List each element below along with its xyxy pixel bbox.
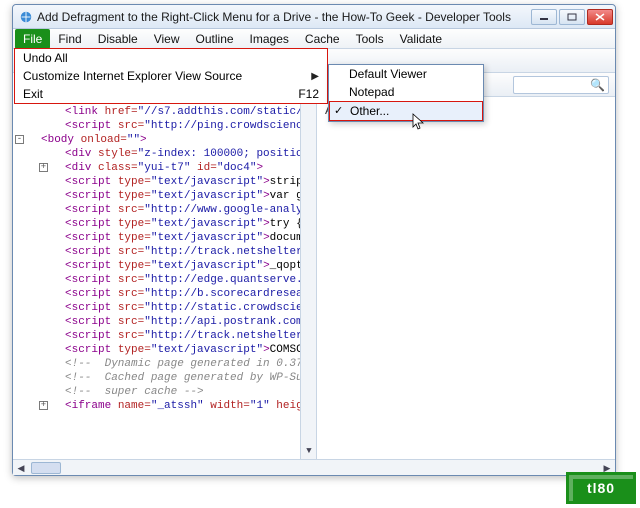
code-line[interactable]: <script type="text/javascript">try { var… xyxy=(13,217,316,231)
menu-disable[interactable]: Disable xyxy=(90,30,146,48)
code-line[interactable]: <script src="http://www.google-analytics… xyxy=(13,203,316,217)
code-line[interactable]: <script type="text/javascript">_qoptions… xyxy=(13,259,316,273)
code-text: <script type="text/javascript">document.… xyxy=(65,232,317,244)
submenu-other[interactable]: ✓ Other... xyxy=(329,101,483,121)
expand-icon[interactable]: + xyxy=(39,401,48,410)
minimize-button[interactable] xyxy=(531,9,557,25)
code-line[interactable]: <script src="http://b.scorecardresearch.… xyxy=(13,287,316,301)
code-text: <script src="http://edge.quantserve.com/… xyxy=(65,274,317,286)
scroll-down-icon[interactable]: ▼ xyxy=(301,443,317,459)
code-text: <script src="http://track.netshelter.net… xyxy=(65,330,317,342)
expand-icon[interactable]: + xyxy=(39,163,48,172)
code-text: <script type="text/javascript">try { var… xyxy=(65,218,317,230)
menu-tools[interactable]: Tools xyxy=(348,30,392,48)
code-line[interactable]: <script src="http://track.netshelter.net… xyxy=(13,245,316,259)
menu-cache[interactable]: Cache xyxy=(297,30,348,48)
menu-validate[interactable]: Validate xyxy=(392,30,450,48)
submenu-label: Default Viewer xyxy=(349,67,427,81)
code-text: <script type="text/javascript">var gaJsH… xyxy=(65,190,317,202)
menu-images[interactable]: Images xyxy=(242,30,297,48)
menu-item-shortcut: F12 xyxy=(298,87,319,101)
search-icon[interactable]: 🔍 xyxy=(590,78,605,92)
code-line[interactable]: <script src="http://api.postrank.com/sta… xyxy=(13,315,316,329)
scroll-left-icon[interactable]: ◀ xyxy=(13,460,29,476)
code-line[interactable]: <script src="http://ping.crowdscience.co… xyxy=(13,119,316,133)
submenu-arrow-icon: ▶ xyxy=(311,71,319,82)
file-menu-customize-view-source[interactable]: Customize Internet Explorer View Source … xyxy=(15,67,327,85)
file-menu-undo-all[interactable]: Undo All xyxy=(15,49,327,67)
code-line[interactable]: <!-- Cached page generated by WP-Super-C… xyxy=(13,371,316,385)
html-tree-pane[interactable]: <meta name="generator" content="WordPres… xyxy=(13,73,317,459)
code-text: <script src="http://b.scorecardresearch.… xyxy=(65,288,317,300)
code-line[interactable]: + <iframe name="_atssh" width="1" height=… xyxy=(13,399,316,413)
submenu-default-viewer[interactable]: Default Viewer xyxy=(329,65,483,83)
code-text: <link href="//s7.addthis.com/static/r07/… xyxy=(65,106,317,118)
submenu-notepad[interactable]: Notepad xyxy=(329,83,483,101)
code-vertical-scrollbar[interactable]: ▲ ▼ xyxy=(300,73,316,459)
code-text: <!-- Cached page generated by WP-Super-C… xyxy=(65,372,317,384)
code-line[interactable]: <script src="http://edge.quantserve.com/… xyxy=(13,273,316,287)
maximize-button[interactable] xyxy=(559,9,585,25)
code-line[interactable]: <script src="http://static.crowdscience.… xyxy=(13,301,316,315)
submenu-label: Notepad xyxy=(349,85,394,99)
code-line[interactable]: <script src="http://track.netshelter.net… xyxy=(13,329,316,343)
code-line[interactable]: + <div class="yui-t7" id="doc4"> xyxy=(13,161,316,175)
file-menu-dropdown: Undo All Customize Internet Explorer Vie… xyxy=(14,48,328,104)
close-button[interactable] xyxy=(587,9,613,25)
code-text: <script src="http://static.crowdscience.… xyxy=(65,302,317,314)
code-text: <script src="http://ping.crowdscience.co… xyxy=(65,120,317,132)
content-area: <meta name="generator" content="WordPres… xyxy=(13,73,615,459)
collapse-icon[interactable]: - xyxy=(15,135,24,144)
code-line[interactable]: <script type="text/javascript">document.… xyxy=(13,231,316,245)
menubar: File Find Disable View Outline Images Ca… xyxy=(13,29,615,49)
code-text: <div style="z-index: 100000; position: a… xyxy=(65,148,317,160)
code-horizontal-scrollbar[interactable]: ◀ ▶ xyxy=(13,459,615,475)
window-title: Add Defragment to the Right-Click Menu f… xyxy=(37,10,531,24)
code-text: <!-- super cache --> xyxy=(65,386,204,398)
code-line[interactable]: - <body onload=""> xyxy=(13,133,316,147)
menu-item-label: Exit xyxy=(23,87,43,101)
code-text: <script type="text/javascript">_qoptions… xyxy=(65,260,317,272)
code-text: <!-- Dynamic page generated in 0.377 sec… xyxy=(65,358,317,370)
menu-view[interactable]: View xyxy=(146,30,188,48)
menu-outline[interactable]: Outline xyxy=(188,30,242,48)
menu-find[interactable]: Find xyxy=(50,30,89,48)
code-text: <script src="http://api.postrank.com/sta… xyxy=(65,316,317,328)
code-line[interactable]: <!-- Dynamic page generated in 0.377 sec… xyxy=(13,357,316,371)
attribute-search-input[interactable]: 🔍 xyxy=(513,76,609,94)
watermark-text: tl80 xyxy=(587,480,615,496)
file-menu-exit[interactable]: Exit F12 xyxy=(15,85,327,103)
submenu-label: Other... xyxy=(350,104,389,118)
code-text: <iframe name="_atssh" width="1" height="… xyxy=(65,400,317,412)
menu-item-label: Customize Internet Explorer View Source xyxy=(23,69,242,83)
scroll-thumb[interactable] xyxy=(31,462,61,474)
check-icon: ✓ xyxy=(334,104,343,117)
code-line[interactable]: <script type="text/javascript">COMSCORE.… xyxy=(13,343,316,357)
code-text: <script type="text/javascript">stripe("h… xyxy=(65,176,317,188)
menu-item-label: Undo All xyxy=(23,51,68,65)
code-line[interactable]: <script type="text/javascript">var gaJsH… xyxy=(13,189,316,203)
code-line[interactable]: <!-- super cache --> xyxy=(13,385,316,399)
app-icon xyxy=(19,10,33,24)
code-text: <script src="http://track.netshelter.net… xyxy=(65,246,317,258)
code-text: <div class="yui-t7" id="doc4"> xyxy=(65,162,263,174)
code-text: <body onload=""> xyxy=(41,134,147,146)
code-line[interactable]: <div style="z-index: 100000; position: a… xyxy=(13,147,316,161)
code-line[interactable]: <script type="text/javascript">stripe("h… xyxy=(13,175,316,189)
right-pane: S 🔍 Attributes xyxy=(317,73,615,459)
titlebar[interactable]: Add Defragment to the Right-Click Menu f… xyxy=(13,5,615,29)
code-text: <script src="http://www.google-analytics… xyxy=(65,204,317,216)
code-text: <script type="text/javascript">COMSCORE.… xyxy=(65,344,317,356)
menu-file[interactable]: File xyxy=(15,29,50,49)
view-source-submenu: Default Viewer Notepad ✓ Other... xyxy=(328,64,484,122)
code-line[interactable]: <link href="//s7.addthis.com/static/r07/… xyxy=(13,105,316,119)
watermark-badge: tl80 xyxy=(566,472,636,504)
